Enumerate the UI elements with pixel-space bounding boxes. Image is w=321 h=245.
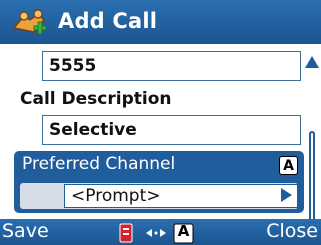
preferred-channel-label: Preferred Channel — [22, 154, 176, 174]
preferred-channel-selector[interactable]: <Prompt> — [20, 183, 298, 209]
form-content: 5555 Call Description Selective Preferre… — [0, 44, 321, 219]
call-description-label: Call Description — [20, 89, 172, 109]
alert-icon — [119, 223, 133, 243]
close-softkey[interactable]: Close — [266, 220, 318, 242]
preferred-channel-value[interactable]: <Prompt> — [64, 184, 298, 208]
left-right-arrows-icon — [146, 229, 166, 237]
page-title: Add Call — [58, 9, 158, 33]
save-softkey[interactable]: Save — [2, 220, 49, 242]
add-call-icon — [12, 9, 47, 35]
call-description-field[interactable]: Selective — [42, 115, 301, 145]
softkey-bar: Save A Close — [0, 219, 321, 245]
chevron-right-icon[interactable] — [281, 188, 292, 202]
call-number-field[interactable]: 5555 — [42, 51, 301, 81]
channel-a-badge: A — [279, 156, 298, 175]
status-a-badge: A — [177, 222, 190, 240]
scrollbar-track[interactable] — [309, 131, 315, 229]
scroll-up-arrow-icon[interactable] — [305, 56, 319, 68]
preferred-channel-group[interactable]: Preferred Channel A <Prompt> — [14, 151, 304, 213]
title-bar: Add Call — [0, 0, 321, 44]
